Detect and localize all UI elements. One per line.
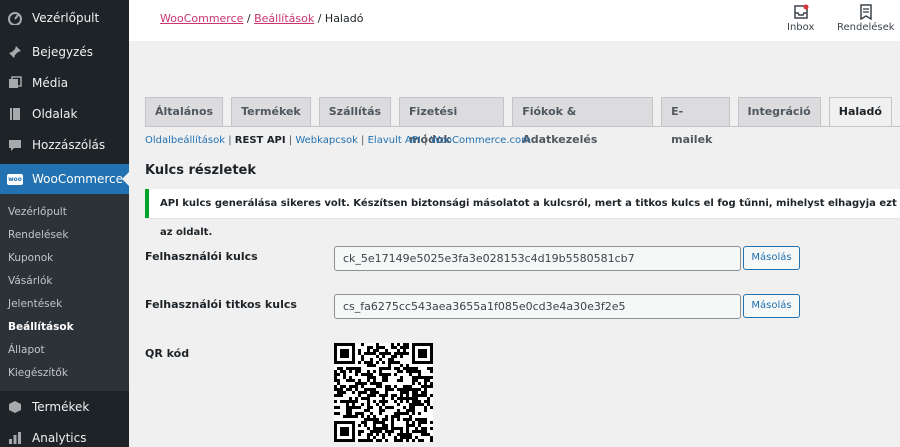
qr-code-label: QR kód bbox=[145, 347, 190, 360]
inbox-icon bbox=[793, 4, 809, 19]
submenu-customers[interactable]: Vásárlók bbox=[0, 270, 129, 293]
sublink-separator: | bbox=[285, 135, 296, 146]
dashboard-icon bbox=[7, 10, 23, 26]
inbox-label: Inbox bbox=[787, 22, 815, 33]
menu-label: WooCommerce bbox=[32, 172, 123, 186]
media-icon bbox=[7, 75, 23, 91]
consumer-key-label: Felhasználói kulcs bbox=[145, 250, 258, 263]
submenu-status[interactable]: Állapot bbox=[0, 339, 129, 362]
top-header: WooCommerce / Beállítások / Haladó Inbox… bbox=[129, 0, 900, 41]
woocommerce-icon: woo bbox=[7, 171, 23, 187]
sublink-woocommerce-com[interactable]: WooCommerce.com bbox=[431, 135, 531, 146]
menu-posts[interactable]: Bejegyzés bbox=[0, 36, 129, 67]
tab-integration[interactable]: Integráció bbox=[737, 97, 821, 127]
analytics-icon bbox=[7, 430, 23, 446]
breadcrumb-woocommerce[interactable]: WooCommerce bbox=[160, 12, 243, 25]
orders-label: Rendelések bbox=[837, 22, 895, 33]
menu-label: Bejegyzés bbox=[32, 44, 93, 59]
submenu-reports[interactable]: Jelentések bbox=[0, 293, 129, 316]
sublink-page-settings[interactable]: Oldalbeállítások bbox=[145, 135, 225, 146]
breadcrumb-separator: / bbox=[314, 12, 325, 25]
woo-badge: woo bbox=[7, 173, 23, 185]
sublink-rest-api: REST API bbox=[234, 135, 286, 146]
submenu-orders[interactable]: Rendelések bbox=[0, 224, 129, 247]
qr-code-image bbox=[334, 343, 433, 442]
menu-label: Média bbox=[32, 75, 69, 90]
products-icon bbox=[7, 399, 23, 415]
menu-label: Termékek bbox=[32, 399, 90, 414]
pin-icon bbox=[7, 44, 23, 60]
menu-analytics[interactable]: Analytics bbox=[0, 422, 129, 447]
tab-general[interactable]: Általános bbox=[145, 97, 224, 127]
sublink-webhooks[interactable]: Webkapcsok bbox=[295, 135, 358, 146]
submenu-coupons[interactable]: Kuponok bbox=[0, 247, 129, 270]
submenu-extensions[interactable]: Kiegészítők bbox=[0, 362, 129, 385]
breadcrumb-current: Haladó bbox=[324, 12, 364, 25]
sublink-legacy-api[interactable]: Elavult API bbox=[368, 135, 421, 146]
copy-consumer-key-button[interactable]: Másolás bbox=[743, 246, 800, 270]
sublink-separator: | bbox=[420, 135, 431, 146]
admin-sidebar: Vezérlőpult Bejegyzés Média Oldalak Hozz… bbox=[0, 0, 129, 447]
tab-advanced[interactable]: Haladó bbox=[828, 97, 892, 127]
section-title: Kulcs részletek bbox=[145, 163, 257, 178]
orders-icon bbox=[860, 4, 872, 20]
inbox-button[interactable]: Inbox bbox=[787, 4, 814, 33]
tab-emails[interactable]: E-mailek bbox=[661, 97, 730, 146]
tab-divider bbox=[145, 126, 900, 127]
menu-woocommerce[interactable]: woo WooCommerce bbox=[0, 164, 129, 194]
menu-pages[interactable]: Oldalak bbox=[0, 98, 129, 129]
copy-consumer-secret-button[interactable]: Másolás bbox=[743, 294, 800, 318]
menu-media[interactable]: Média bbox=[0, 67, 129, 98]
sublink-separator: | bbox=[225, 135, 235, 146]
menu-label: Oldalak bbox=[32, 106, 78, 121]
tab-shipping[interactable]: Szállítás bbox=[318, 97, 392, 127]
menu-comments[interactable]: Hozzászólás bbox=[0, 129, 129, 160]
breadcrumb-separator: / bbox=[243, 12, 255, 25]
breadcrumb: WooCommerce / Beállítások / Haladó bbox=[160, 12, 363, 25]
tab-payments[interactable]: Fizetési módok bbox=[399, 97, 505, 146]
settings-tabs: Általános Termékek Szállítás Fizetési mó… bbox=[145, 97, 900, 146]
advanced-sublinks: Oldalbeállítások | REST API | Webkapcsok… bbox=[145, 135, 531, 146]
menu-label: Vezérlőpult bbox=[32, 11, 100, 25]
submenu-settings[interactable]: Beállítások bbox=[0, 316, 129, 339]
sublink-separator: | bbox=[357, 135, 368, 146]
menu-label: Hozzászólás bbox=[32, 137, 106, 152]
consumer-secret-field[interactable]: cs_fa6275cc543aea3655a1f085e0cd3e4a30e3f… bbox=[334, 294, 741, 319]
consumer-secret-label: Felhasználói titkos kulcs bbox=[145, 298, 297, 311]
menu-label: Analytics bbox=[32, 430, 87, 445]
orders-button[interactable]: Rendelések bbox=[837, 4, 895, 33]
comments-icon bbox=[7, 137, 23, 153]
success-notice: API kulcs generálása sikeres volt. Készí… bbox=[145, 189, 900, 238]
consumer-key-field[interactable]: ck_5e17149e5025e3fa3e028153c4d19b5580581… bbox=[334, 246, 741, 271]
submenu-dashboard[interactable]: Vezérlőpult bbox=[0, 201, 129, 224]
menu-products[interactable]: Termékek bbox=[0, 391, 129, 422]
menu-dashboard[interactable]: Vezérlőpult bbox=[0, 0, 129, 36]
tab-accounts-privacy[interactable]: Fiókok & Adatkezelés bbox=[512, 97, 654, 146]
woocommerce-submenu: Vezérlőpult Rendelések Kuponok Vásárlók … bbox=[0, 194, 129, 391]
pages-icon bbox=[7, 106, 23, 122]
breadcrumb-settings[interactable]: Beállítások bbox=[254, 12, 314, 25]
tab-products[interactable]: Termékek bbox=[231, 97, 311, 127]
